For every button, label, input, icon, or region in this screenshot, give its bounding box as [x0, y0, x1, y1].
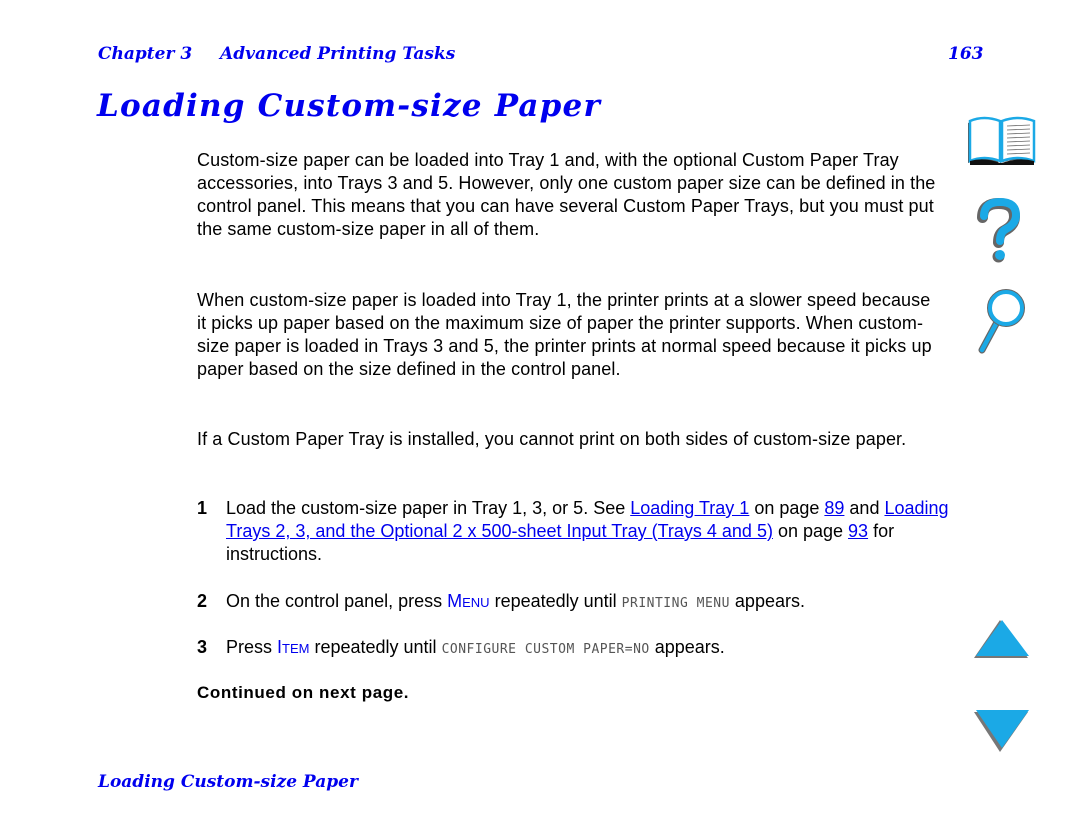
step-text: Press Item repeatedly until CONFIGURE CU…	[226, 636, 957, 661]
step-3: 3 Press Item repeatedly until CONFIGURE …	[197, 636, 957, 661]
book-icon	[968, 116, 1036, 165]
step-text-part: appears.	[649, 637, 725, 657]
up-triangle-icon	[974, 620, 1029, 658]
step-text: On the control panel, press Menu repeate…	[226, 590, 957, 615]
step-text-part: On the control panel, press	[226, 591, 448, 611]
footer-title: Loading Custom-size Paper	[98, 772, 358, 792]
question-mark-icon	[977, 197, 1021, 263]
step-text-part: and	[844, 498, 885, 518]
step-text-part: on page	[772, 521, 849, 541]
link-page-89[interactable]: 89	[824, 498, 844, 518]
step-text-part: repeatedly until	[309, 637, 442, 657]
display-message: PRINTING MENU	[621, 596, 730, 611]
display-message: CONFIGURE CUSTOM PAPER=NO	[441, 642, 650, 657]
page-title: Loading Custom-size Paper	[97, 88, 601, 124]
previous-page-button[interactable]	[972, 618, 1032, 660]
step-number: 2	[197, 591, 208, 611]
header-section: Advanced Printing Tasks	[220, 44, 456, 64]
help-button[interactable]	[974, 197, 1026, 264]
header-page-number: 163	[948, 44, 984, 64]
step-number: 1	[197, 498, 208, 518]
paragraph-duplex-note: If a Custom Paper Tray is installed, you…	[197, 429, 907, 449]
continued-note: Continued on next page.	[197, 683, 410, 702]
step-text-part: repeatedly until	[489, 591, 622, 611]
step-text-part: Press	[226, 637, 278, 657]
step-text-part: Load the custom-size paper in Tray 1, 3,…	[226, 498, 631, 518]
paragraph-intro: Custom-size paper can be loaded into Tra…	[197, 150, 936, 239]
header-chapter: Chapter 3	[98, 44, 193, 64]
step-2: 2 On the control panel, press Menu repea…	[197, 590, 957, 615]
item-key-label: Item	[277, 637, 310, 657]
contents-button[interactable]	[966, 113, 1038, 167]
link-page-93[interactable]: 93	[848, 521, 868, 541]
step-text-part: on page	[749, 498, 825, 518]
down-triangle-icon	[974, 710, 1029, 752]
step-1: 1 Load the custom-size paper in Tray 1, …	[197, 497, 957, 566]
next-page-button[interactable]	[972, 708, 1032, 754]
magnifier-icon	[978, 289, 1025, 354]
step-text: Load the custom-size paper in Tray 1, 3,…	[226, 497, 957, 566]
search-button[interactable]	[974, 288, 1030, 354]
menu-key-label: Menu	[447, 591, 490, 611]
paragraph-speed: When custom-size paper is loaded into Tr…	[197, 290, 932, 379]
step-text-part: appears.	[729, 591, 805, 611]
link-loading-tray-1[interactable]: Loading Tray 1	[630, 498, 749, 518]
step-number: 3	[197, 637, 208, 657]
